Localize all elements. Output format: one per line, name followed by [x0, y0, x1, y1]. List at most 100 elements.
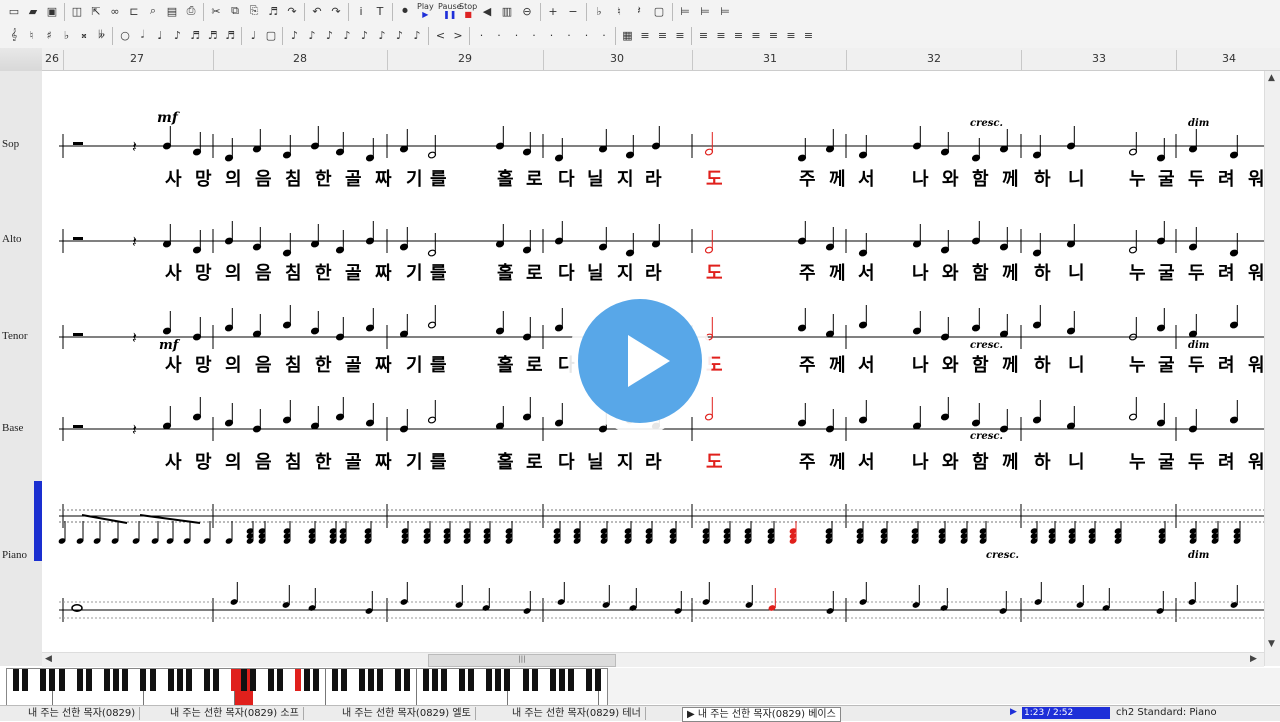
- zoom-out-icon[interactable]: −: [565, 3, 581, 19]
- piano-black-key[interactable]: [13, 669, 19, 691]
- scroll-down-icon[interactable]: ▼: [1268, 639, 1275, 649]
- part-name-tenor[interactable]: Tenor: [2, 330, 28, 342]
- flat-icon[interactable]: ♭: [59, 27, 75, 43]
- piano-black-key[interactable]: [104, 669, 110, 691]
- piano-black-key[interactable]: [185, 669, 192, 691]
- piano-black-key[interactable]: [504, 669, 511, 691]
- piano-keyboard[interactable]: [6, 668, 608, 706]
- video-play-button[interactable]: [568, 289, 712, 433]
- piano-black-key[interactable]: [267, 669, 274, 691]
- insert-icon[interactable]: i: [353, 3, 369, 19]
- part-name-base[interactable]: Base: [2, 422, 23, 434]
- sixtyfourth-note-icon[interactable]: ♬: [222, 27, 238, 43]
- part-name-alto[interactable]: Alto: [2, 233, 22, 245]
- piano-black-key[interactable]: [276, 669, 283, 691]
- piano-black-key[interactable]: [568, 669, 575, 691]
- piano-black-key[interactable]: [522, 669, 529, 691]
- play-button[interactable]: Play ▶: [416, 3, 435, 19]
- piano-black-key[interactable]: [486, 669, 493, 691]
- print-icon[interactable]: ⎙: [183, 3, 199, 19]
- piano-black-key[interactable]: [58, 669, 65, 691]
- piano-black-key[interactable]: [149, 669, 156, 691]
- file-tab-full[interactable]: 내 주는 선한 목자(0829): [24, 707, 141, 720]
- accidental-icon[interactable]: ·: [474, 27, 490, 43]
- align3-icon[interactable]: ⊨: [717, 3, 733, 19]
- piano-black-key[interactable]: [304, 669, 311, 691]
- cut-icon[interactable]: ✂: [208, 3, 224, 19]
- accent-icon[interactable]: ·: [561, 27, 577, 43]
- measure-number[interactable]: 29: [458, 52, 472, 65]
- piano-black-key[interactable]: [331, 669, 338, 691]
- piano-black-key[interactable]: [404, 669, 411, 691]
- measure-number[interactable]: 32: [927, 52, 941, 65]
- piano-black-key[interactable]: [22, 669, 29, 691]
- rest-icon[interactable]: 𝄽: [631, 3, 647, 19]
- fermata-icon[interactable]: ·: [579, 27, 595, 43]
- save-icon[interactable]: ▣: [44, 3, 60, 19]
- copy-icon[interactable]: ⧉: [227, 3, 243, 19]
- measure-number[interactable]: 31: [763, 52, 777, 65]
- piano-black-key[interactable]: [76, 669, 83, 691]
- piano-black-key[interactable]: [49, 669, 56, 691]
- grid-icon[interactable]: ▦: [620, 27, 636, 43]
- zoom-icon[interactable]: ⌕: [145, 3, 161, 19]
- select-icon[interactable]: ⊏: [126, 3, 142, 19]
- justify3-icon[interactable]: ≡: [731, 27, 747, 43]
- redo2-icon[interactable]: ↷: [328, 3, 344, 19]
- piano-black-key[interactable]: [422, 669, 429, 691]
- piano-black-key[interactable]: [213, 669, 220, 691]
- piano-black-key[interactable]: [40, 669, 47, 691]
- piano-black-key[interactable]: [167, 669, 174, 691]
- quarter-note2-icon[interactable]: ♩: [246, 27, 262, 43]
- grace-note2-icon[interactable]: ♪: [304, 27, 320, 43]
- redo-icon[interactable]: ↷: [284, 3, 300, 19]
- measure-number[interactable]: 26: [45, 52, 59, 65]
- double-sharp-icon[interactable]: 𝄪: [76, 27, 92, 43]
- piano-black-key[interactable]: [176, 669, 183, 691]
- grace-note3-icon[interactable]: ♪: [322, 27, 338, 43]
- measure-ruler[interactable]: 26 27 28 29 30 31 32 33 34: [0, 48, 1280, 71]
- half-note-icon[interactable]: 𝅗𝅥: [135, 27, 151, 43]
- piano-black-key[interactable]: [431, 669, 438, 691]
- file-tab-alto[interactable]: 내 주는 선한 목자(0829) 엘토: [338, 707, 476, 720]
- grace-note7-icon[interactable]: ♪: [392, 27, 408, 43]
- clef-icon[interactable]: 𝄞: [6, 27, 22, 43]
- grace-note4-icon[interactable]: ♪: [339, 27, 355, 43]
- piano-black-key[interactable]: [367, 669, 374, 691]
- eighth-note-icon[interactable]: ♪: [170, 27, 186, 43]
- grace-note5-icon[interactable]: ♪: [357, 27, 373, 43]
- vertical-scrollbar[interactable]: ▲ ▼: [1264, 71, 1280, 666]
- measure-number[interactable]: 34: [1222, 52, 1236, 65]
- horizontal-scrollbar[interactable]: ◀ ||| ▶: [42, 652, 1264, 667]
- trill-icon[interactable]: ·: [596, 27, 612, 43]
- measure-number[interactable]: 30: [610, 52, 624, 65]
- thirtysecond-note-icon[interactable]: ♬: [205, 27, 221, 43]
- paste-icon[interactable]: ⎘: [246, 3, 262, 19]
- sixteenth-note-icon[interactable]: ♬: [187, 27, 203, 43]
- print-preview-icon[interactable]: ▤: [164, 3, 180, 19]
- whole-note-icon[interactable]: ○: [117, 27, 133, 43]
- piano-black-key[interactable]: [295, 669, 302, 691]
- justify-icon[interactable]: ≡: [696, 27, 712, 43]
- scroll-right-icon[interactable]: ▶: [1250, 654, 1257, 664]
- justify4-icon[interactable]: ≡: [748, 27, 764, 43]
- piano-black-key[interactable]: [559, 669, 565, 691]
- piano-black-key[interactable]: [495, 669, 502, 691]
- measure-number[interactable]: 33: [1092, 52, 1106, 65]
- align-center-icon[interactable]: ≡: [655, 27, 671, 43]
- align2-icon[interactable]: ⊨: [697, 3, 713, 19]
- piano-black-key[interactable]: [240, 669, 247, 691]
- part-name-piano[interactable]: Piano: [2, 549, 27, 561]
- grace-note-icon[interactable]: ♪: [287, 27, 303, 43]
- slur-icon[interactable]: ·: [509, 27, 525, 43]
- piano-black-key[interactable]: [595, 669, 602, 691]
- open-file-icon[interactable]: ▰: [25, 3, 41, 19]
- justify7-icon[interactable]: ≡: [801, 27, 817, 43]
- horizontal-scroll-thumb[interactable]: |||: [428, 654, 616, 667]
- piano-black-key[interactable]: [122, 669, 129, 691]
- scroll-up-icon[interactable]: ▲: [1268, 73, 1275, 83]
- copy-view-icon[interactable]: ◫: [69, 3, 85, 19]
- piano-black-key[interactable]: [85, 669, 92, 691]
- box-icon[interactable]: ▢: [651, 3, 667, 19]
- flat-icon[interactable]: ♭: [591, 3, 607, 19]
